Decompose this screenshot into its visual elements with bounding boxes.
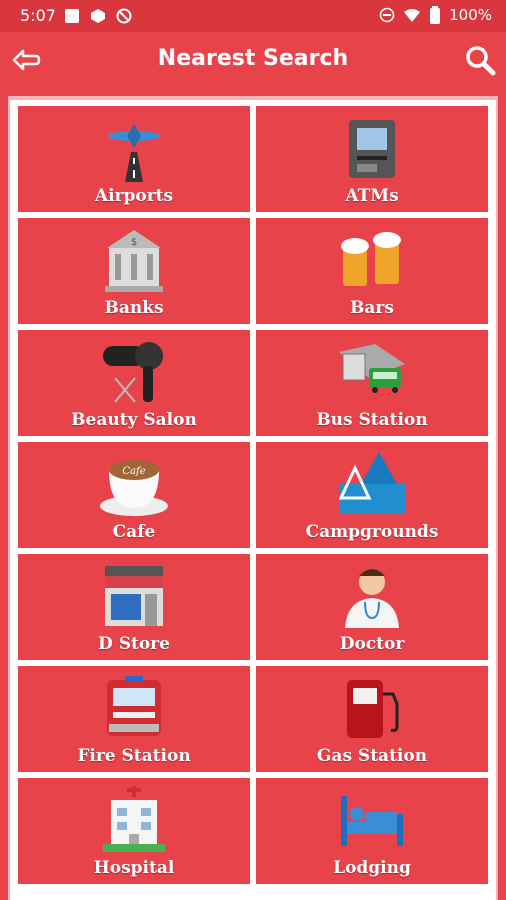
- category-tile-bus-station[interactable]: Bus Station: [256, 330, 488, 436]
- category-tile-doctor[interactable]: Doctor: [256, 554, 488, 660]
- category-label: Campgrounds: [305, 522, 439, 542]
- svg-text:Cafe: Cafe: [122, 466, 145, 477]
- category-tile-beauty-salon[interactable]: Beauty Salon: [18, 330, 250, 436]
- bed-icon: [341, 796, 403, 846]
- fire-truck-icon: [107, 676, 161, 736]
- notification-square-icon: [65, 9, 79, 23]
- atm-icon: [349, 120, 395, 178]
- store-icon: [105, 566, 163, 626]
- category-label: Banks: [104, 298, 164, 318]
- battery-icon: [430, 6, 441, 24]
- bus-station-icon: [339, 344, 405, 393]
- category-label: Gas Station: [316, 746, 428, 766]
- category-tile-d-store[interactable]: D Store: [18, 554, 250, 660]
- beer-mugs-icon: [341, 232, 401, 286]
- battery-percent: 100%: [449, 6, 492, 24]
- notification-blocked-icon: [116, 8, 132, 24]
- category-tile-lodging[interactable]: Lodging: [256, 778, 488, 884]
- hair-dryer-icon: [103, 342, 163, 403]
- category-tile-fire-station[interactable]: Fire Station: [18, 666, 250, 772]
- category-label: Lodging: [333, 858, 411, 878]
- category-tile-atms[interactable]: ATMs: [256, 106, 488, 212]
- category-label: Airports: [94, 186, 174, 206]
- hospital-icon: [103, 786, 165, 852]
- category-label: Fire Station: [77, 746, 191, 766]
- status-right: 100%: [379, 6, 492, 24]
- category-tile-airports[interactable]: Airports: [18, 106, 250, 212]
- app-bar: Nearest Search: [0, 32, 506, 90]
- svg-text:$: $: [131, 237, 137, 248]
- page-title: Nearest Search: [157, 46, 349, 71]
- category-tile-gas-station[interactable]: Gas Station: [256, 666, 488, 772]
- bank-icon: $: [105, 230, 163, 292]
- category-tile-bars[interactable]: Bars: [256, 218, 488, 324]
- campground-icon: [338, 452, 405, 514]
- notification-hexagon-icon: [91, 9, 105, 23]
- status-bar: 5:07 100%: [0, 0, 506, 32]
- category-label: Doctor: [339, 634, 405, 654]
- status-time: 5:07: [20, 6, 56, 25]
- category-label: Hospital: [93, 858, 175, 878]
- category-label: D Store: [98, 634, 170, 654]
- category-tile-banks[interactable]: $ Banks: [18, 218, 250, 324]
- category-label: ATMs: [345, 186, 399, 206]
- doctor-icon: [345, 569, 399, 628]
- category-tile-hospital[interactable]: Hospital: [18, 778, 250, 884]
- do-not-disturb-icon: [379, 7, 395, 23]
- category-label: Beauty Salon: [71, 410, 197, 430]
- category-tile-campgrounds[interactable]: Campgrounds: [256, 442, 488, 548]
- category-tile-cafe[interactable]: Cafe Cafe: [18, 442, 250, 548]
- category-label: Bars: [350, 298, 394, 318]
- category-grid: Airports ATMs $ Banks Bars Beauty Salon …: [10, 100, 496, 900]
- category-label: Bus Station: [316, 410, 428, 430]
- search-icon[interactable]: [464, 44, 496, 76]
- category-label: Cafe: [112, 522, 156, 542]
- wifi-icon: [404, 9, 421, 22]
- airport-icon: [108, 124, 160, 182]
- gas-pump-icon: [347, 680, 399, 738]
- coffee-cup-icon: Cafe: [100, 460, 168, 516]
